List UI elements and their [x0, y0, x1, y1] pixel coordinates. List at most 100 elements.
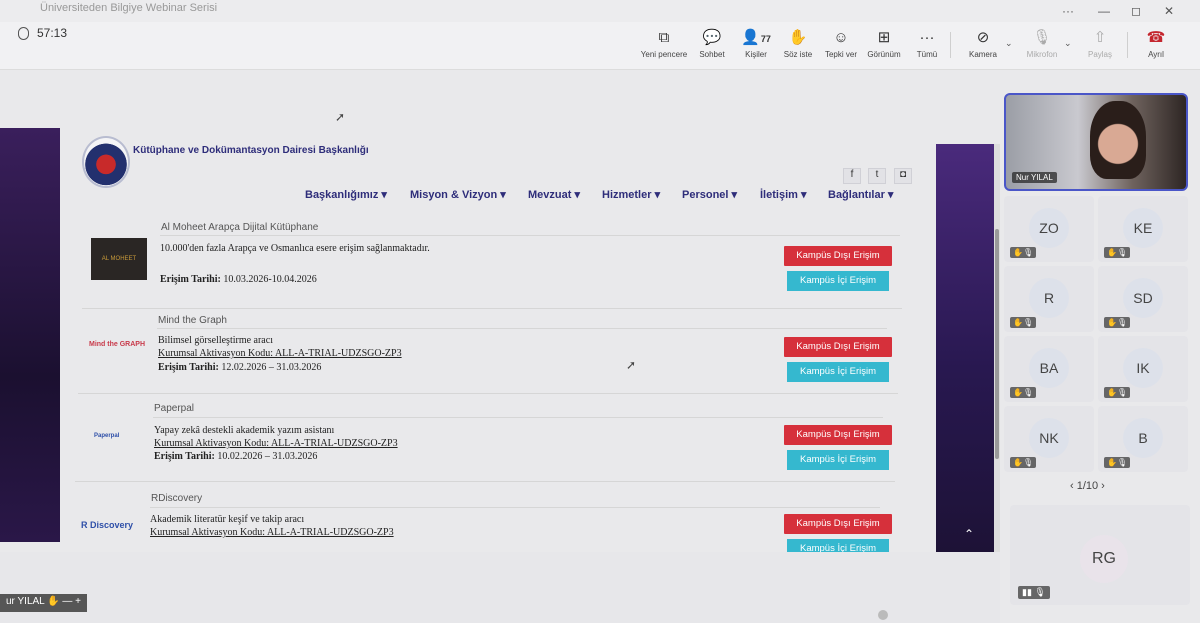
avatar: RG	[1080, 535, 1128, 583]
maximize-button[interactable]: ◻	[1131, 4, 1141, 18]
access-date: Erişim Tarihi: 12.02.2026 – 31.03.2026	[158, 362, 322, 373]
avatar: B	[1123, 418, 1163, 458]
meeting-timer: 57:13	[18, 26, 67, 40]
divider	[78, 393, 898, 394]
avatar: IK	[1123, 348, 1163, 388]
leave-button[interactable]: ☎ Ayrıl	[1128, 28, 1184, 59]
avatar: ZO	[1029, 208, 1069, 248]
divider	[150, 507, 880, 508]
mic-off-icon: 🎙	[1032, 29, 1052, 46]
on-campus-access-button[interactable]: Kampüs İçi Erişim	[787, 450, 889, 470]
nav-baglantilar[interactable]: Bağlantılar ▾	[828, 188, 893, 201]
database-description: Yapay zekâ destekli akademik yazım asist…	[154, 425, 335, 436]
meeting-toolbar: 57:13 ⧉ Yeni pencere 💬 Sohbet 👤77 Kişile…	[0, 22, 1200, 70]
database-logo[interactable]: Paperpal	[94, 433, 134, 445]
database-name: Paperpal	[154, 403, 195, 414]
camera-button[interactable]: ⊘ Kamera	[955, 28, 1011, 59]
scrollbar-thumb[interactable]	[995, 229, 999, 459]
hand-mic-icon: ✋🎙	[1104, 387, 1131, 398]
nav-baskanligimiz[interactable]: Başkanlığımız ▾	[305, 188, 387, 201]
on-campus-access-button[interactable]: Kampüs İçi Erişim	[787, 271, 889, 291]
university-logo[interactable]	[82, 136, 130, 188]
participant-tile[interactable]: R ✋🎙	[1004, 266, 1094, 332]
window-titlebar: Üniversiteden Bilgiye Webinar Serisi ···…	[0, 0, 1200, 22]
off-campus-access-button[interactable]: Kampüs Dışı Erişim	[784, 425, 892, 445]
nav-personel[interactable]: Personel ▾	[682, 188, 737, 201]
nav-mevzuat[interactable]: Mevzuat ▾	[528, 188, 580, 201]
instagram-icon[interactable]: ◘	[894, 168, 912, 184]
activation-code[interactable]: Kurumsal Aktivasyon Kodu: ALL-A-TRIAL-UD…	[154, 438, 398, 449]
decorative-banner-right	[936, 144, 994, 552]
microphone-button[interactable]: 🎙 Mikrofon	[1014, 28, 1070, 59]
participant-tile[interactable]: IK ✋🎙	[1098, 336, 1188, 402]
database-name: Mind the Graph	[158, 315, 227, 326]
hand-mic-icon: ✋🎙	[1104, 317, 1131, 328]
database-name: Al Moheet Arapça Dijital Kütüphane	[161, 222, 319, 233]
twitter-icon[interactable]: t	[868, 168, 886, 184]
mouse-cursor-icon: ➚	[335, 110, 346, 124]
on-campus-access-button[interactable]: Kampüs İçi Erişim	[787, 362, 889, 382]
nav-misyon-vizyon[interactable]: Misyon & Vizyon ▾	[410, 188, 506, 201]
shield-icon	[18, 26, 29, 40]
site-title[interactable]: Kütüphane ve Dokümantasyon Dairesi Başka…	[133, 145, 369, 156]
participant-tile[interactable]: NK ✋🎙	[1004, 406, 1094, 472]
avatar: BA	[1029, 348, 1069, 388]
nav-iletisim[interactable]: İletişim ▾	[760, 188, 806, 201]
divider	[82, 308, 902, 309]
stage-scroll-indicator[interactable]	[878, 610, 888, 620]
database-list: Al Moheet Arapça Dijital Kütüphane AL MO…	[60, 215, 936, 552]
participant-tile[interactable]: KE ✋🎙	[1098, 196, 1188, 262]
facebook-icon[interactable]: f	[843, 168, 861, 184]
page-scrollbar[interactable]	[994, 144, 1000, 552]
divider	[153, 417, 883, 418]
off-campus-access-button[interactable]: Kampüs Dışı Erişim	[784, 246, 892, 266]
more-button[interactable]: ··· Tümü	[899, 28, 955, 59]
speaker-avatar	[1090, 101, 1146, 179]
camera-options-chevron-icon[interactable]: ⌄	[1005, 38, 1013, 49]
camera-off-icon: ⊘	[976, 29, 990, 46]
activation-code[interactable]: Kurumsal Aktivasyon Kodu: ALL-A-TRIAL-UD…	[150, 527, 394, 538]
mouse-cursor-icon: ➚	[626, 358, 637, 372]
participant-tile[interactable]: BA ✋🎙	[1004, 336, 1094, 402]
close-window-button[interactable]: ✕	[1164, 4, 1174, 18]
hand-mic-icon: ✋🎙	[1010, 457, 1037, 468]
avatar: NK	[1029, 418, 1069, 458]
people-icon: 👤	[741, 29, 760, 46]
participant-tile[interactable]: SD ✋🎙	[1098, 266, 1188, 332]
database-logo[interactable]: Mind the GRAPH	[89, 340, 147, 362]
decorative-banner-left	[0, 128, 60, 542]
more-window-options-icon[interactable]: ···	[1062, 4, 1074, 18]
scroll-to-top-icon[interactable]: ⌃	[956, 522, 982, 546]
speaker-video[interactable]: Nur YILAL	[1004, 93, 1188, 191]
share-icon: ⇧	[1093, 29, 1107, 46]
speaker-name: Nur YILAL	[1012, 172, 1057, 183]
database-logo[interactable]: AL MOHEET	[91, 238, 147, 280]
signal-mic-icon: ▮▮ 🎙	[1018, 586, 1050, 599]
participant-pager[interactable]: ‹ 1/10 ›	[1070, 480, 1105, 492]
participant-tile-large[interactable]: RG ▮▮ 🎙	[1010, 505, 1190, 605]
toolbar-divider	[950, 32, 951, 58]
self-view-label[interactable]: ur YILAL ✋ — +	[0, 594, 87, 612]
participant-tile[interactable]: ZO ✋🎙	[1004, 196, 1094, 262]
share-button[interactable]: ⇧ Paylaş	[1072, 28, 1128, 59]
on-campus-access-button[interactable]: Kampüs İçi Erişim	[787, 539, 889, 552]
off-campus-access-button[interactable]: Kampüs Dışı Erişim	[784, 514, 892, 534]
hang-up-icon: ☎	[1146, 29, 1166, 46]
avatar: KE	[1123, 208, 1163, 248]
hand-mic-icon: ✋🎙	[1010, 317, 1037, 328]
off-campus-access-button[interactable]: Kampüs Dışı Erişim	[784, 337, 892, 357]
shared-screen: ⌃ Kütüphane ve Dokümantasyon Dairesi Baş…	[0, 72, 1000, 552]
more-icon: ···	[919, 29, 935, 46]
database-description: 10.000'den fazla Arapça ve Osmanlıca ese…	[160, 243, 430, 254]
activation-code[interactable]: Kurumsal Aktivasyon Kodu: ALL-A-TRIAL-UD…	[158, 348, 402, 359]
participant-tile[interactable]: B ✋🎙	[1098, 406, 1188, 472]
database-logo[interactable]: R Discovery	[81, 520, 139, 536]
mic-options-chevron-icon[interactable]: ⌄	[1064, 38, 1072, 49]
window-title: Üniversiteden Bilgiye Webinar Serisi	[40, 2, 218, 14]
nav-hizmetler[interactable]: Hizmetler ▾	[602, 188, 660, 201]
divider	[157, 328, 887, 329]
divider	[75, 481, 895, 482]
minimize-button[interactable]: —	[1098, 4, 1110, 18]
access-date: Erişim Tarihi: 10.03.2026-10.04.2026	[160, 274, 317, 285]
avatar: SD	[1123, 278, 1163, 318]
